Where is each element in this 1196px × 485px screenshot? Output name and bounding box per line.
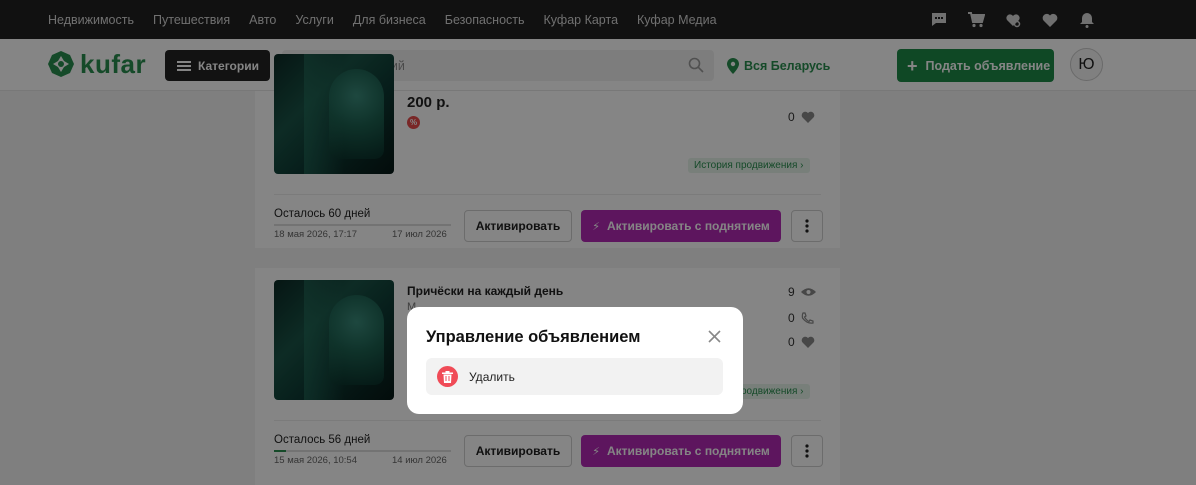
close-icon[interactable] bbox=[706, 328, 722, 344]
delete-listing-button[interactable]: Удалить bbox=[426, 358, 723, 395]
manage-listing-modal: Управление объявлением Удалить bbox=[407, 307, 743, 414]
modal-title: Управление объявлением bbox=[426, 328, 641, 346]
delete-label: Удалить bbox=[469, 369, 515, 384]
trash-icon bbox=[437, 366, 458, 387]
